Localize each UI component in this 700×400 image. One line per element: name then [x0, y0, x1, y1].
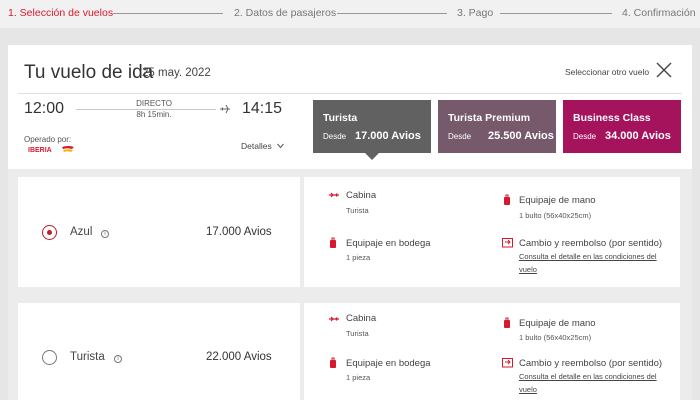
- flight-type: DIRECTO: [127, 99, 181, 108]
- flight-duration: 8h 15min.: [127, 110, 181, 119]
- operated-by-label: Operado por:: [24, 135, 72, 144]
- fare-name: Turista: [323, 112, 358, 124]
- page-title: Tu vuelo de ida: [24, 62, 154, 83]
- fare-tab-turista-premium[interactable]: Turista Premium Desde 25.500 Avios: [438, 100, 556, 153]
- fare-option-price: 17.000 Avios: [206, 226, 272, 238]
- suitcase-icon: [330, 237, 336, 248]
- hold-luggage-value: 1 pieza: [346, 373, 371, 382]
- plane-icon: [220, 104, 230, 114]
- seat-icon: [329, 192, 339, 198]
- fare-option-turista: Turista i 22.000 Avios Cabina Turista Eq…: [8, 295, 692, 400]
- change-refund-title: Cambio y reembolso (por sentido): [519, 238, 663, 249]
- hand-luggage-value: 1 bulto (56x40x25cm): [519, 211, 592, 220]
- arrival-time: 14:15: [242, 100, 283, 117]
- select-other-flight-link[interactable]: Seleccionar otro vuelo: [565, 67, 649, 77]
- fare-price: 34.000 Avios: [605, 130, 671, 142]
- fare-tab-turista[interactable]: Turista Desde 17.000 Avios: [313, 100, 431, 153]
- hand-luggage-value: 1 bulto (56x40x25cm): [519, 333, 592, 342]
- flight-date: 25 may. 2022: [142, 67, 211, 79]
- change-refund-title: Cambio y reembolso (por sentido): [519, 358, 663, 369]
- suitcase-icon: [330, 357, 336, 368]
- fare-name: Business Class: [573, 112, 651, 124]
- conditions-link[interactable]: Consulta el detalle en las condiciones d…: [519, 371, 679, 383]
- conditions-link[interactable]: vuelo: [519, 384, 679, 396]
- fare-option-summary[interactable]: Turista i 22.000 Avios: [18, 303, 300, 400]
- flight-header: Tu vuelo de ida 25 may. 2022 Seleccionar…: [8, 45, 692, 169]
- step-connector: [113, 13, 223, 14]
- step-confirmation: 4. Confirmación: [622, 7, 696, 19]
- fare-option-radio[interactable]: [42, 225, 57, 240]
- seat-icon: [329, 316, 339, 322]
- fare-price: 25.500 Avios: [488, 130, 554, 142]
- hand-luggage-title: Equipaje de mano: [519, 195, 596, 206]
- close-icon[interactable]: [656, 62, 672, 78]
- fare-from-label: Desde: [573, 132, 597, 141]
- hand-luggage-icon: [504, 194, 510, 205]
- selected-fare-indicator: [365, 153, 379, 160]
- exchange-icon: [502, 358, 513, 368]
- cabin-value: Turista: [346, 206, 369, 215]
- fare-from-label: Desde: [448, 132, 472, 141]
- cabin-title: Cabina: [346, 313, 377, 324]
- hold-luggage-title: Equipaje en bodega: [346, 238, 431, 249]
- iberia-logo: IBERIA: [28, 146, 74, 154]
- step-connector: [337, 13, 447, 14]
- chevron-down-icon[interactable]: [277, 143, 284, 149]
- cabin-title: Cabina: [346, 190, 377, 201]
- hold-luggage-value: 1 pieza: [346, 253, 371, 262]
- conditions-link[interactable]: vuelo: [519, 264, 679, 276]
- fare-option-features: Cabina Turista Equipaje de mano 1 bulto …: [304, 303, 680, 400]
- info-icon[interactable]: i: [101, 230, 109, 238]
- hand-luggage-icon: [504, 317, 510, 328]
- fare-option-summary[interactable]: Azul i 17.000 Avios: [18, 177, 300, 287]
- step-connector: [500, 13, 612, 14]
- hand-luggage-title: Equipaje de mano: [519, 318, 596, 329]
- fare-tab-business-class[interactable]: Business Class Desde 34.000 Avios: [563, 100, 681, 153]
- fare-option-azul: Azul i 17.000 Avios Cabina Turista Equip…: [8, 169, 692, 295]
- fare-option-name: Turista: [70, 351, 105, 363]
- progress-stepper: 1. Selección de vuelos 2. Datos de pasaj…: [0, 0, 700, 28]
- fare-option-name: Azul: [70, 226, 93, 238]
- step-passenger-data: 2. Datos de pasajeros: [234, 7, 337, 19]
- step-payment: 3. Pago: [457, 7, 494, 19]
- fare-price: 17.000 Avios: [355, 130, 421, 142]
- divider: [18, 93, 682, 94]
- hold-luggage-title: Equipaje en bodega: [346, 358, 431, 369]
- fare-option-radio[interactable]: [42, 350, 57, 365]
- info-icon[interactable]: i: [114, 355, 122, 363]
- fare-option-features: Cabina Turista Equipaje de mano 1 bulto …: [304, 177, 680, 287]
- outbound-flight-card: Tu vuelo de ida 25 may. 2022 Seleccionar…: [8, 45, 692, 400]
- details-toggle[interactable]: Detalles: [241, 141, 272, 151]
- conditions-link[interactable]: Consulta el detalle en las condiciones d…: [519, 251, 679, 263]
- step-flight-selection[interactable]: 1. Selección de vuelos: [8, 7, 113, 19]
- exchange-icon: [502, 238, 513, 248]
- cabin-value: Turista: [346, 329, 369, 338]
- departure-time: 12:00: [24, 100, 65, 117]
- fare-option-price: 22.000 Avios: [206, 351, 272, 363]
- carrier-name: IBERIA: [28, 147, 52, 154]
- fare-name: Turista Premium: [448, 112, 531, 124]
- fare-from-label: Desde: [323, 132, 347, 141]
